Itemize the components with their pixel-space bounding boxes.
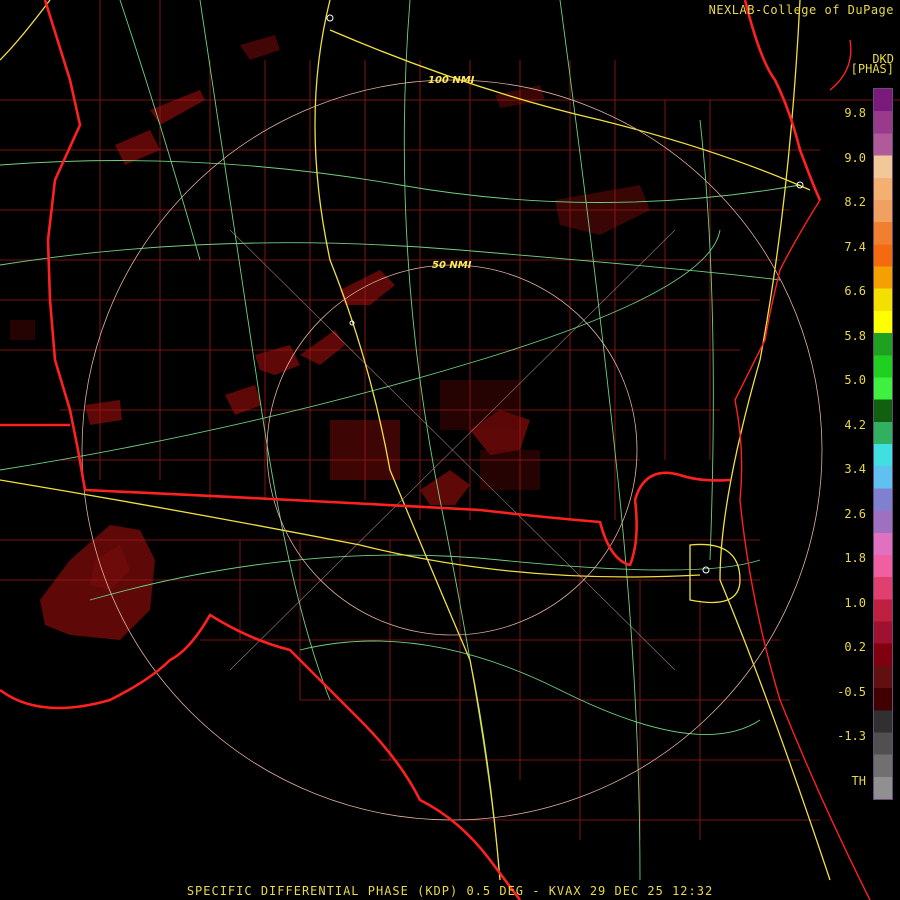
radar-map[interactable]: 100 NMI 50 NMI bbox=[0, 0, 900, 900]
color-scale-tick: 9.0 bbox=[844, 150, 866, 165]
color-scale-tick: 3.4 bbox=[844, 462, 866, 476]
ring-label-50: 50 NMI bbox=[432, 260, 472, 271]
color-scale-tick: -1.3 bbox=[837, 729, 866, 743]
color-scale-bar bbox=[873, 88, 893, 800]
color-scale-tick: 5.8 bbox=[844, 328, 866, 343]
color-scale-tick: 0.2 bbox=[844, 640, 866, 654]
color-scale-tick: 5.0 bbox=[844, 373, 866, 387]
color-scale-tick: 1.0 bbox=[844, 595, 866, 610]
color-scale-tick: 1.8 bbox=[844, 551, 866, 565]
color-scale-tick: TH bbox=[851, 773, 866, 788]
color-scale-tick: -0.5 bbox=[837, 684, 866, 699]
color-scale-tick: 9.8 bbox=[844, 106, 866, 120]
color-scale-tick: 2.6 bbox=[844, 506, 866, 521]
credit-text: NEXLAB-College of DuPage bbox=[708, 3, 894, 17]
product-caption: SPECIFIC DIFFERENTIAL PHASE (KDP) 0.5 DE… bbox=[186, 884, 714, 898]
ring-label-100: 100 NMI bbox=[428, 75, 475, 86]
legend-unit-label: [PHAS] bbox=[850, 62, 894, 76]
color-scale-tick: 4.2 bbox=[844, 417, 866, 432]
color-scale-tick: 8.2 bbox=[844, 195, 866, 209]
color-scale-tick: 6.6 bbox=[844, 284, 866, 298]
color-scale-tick: 7.4 bbox=[844, 239, 866, 254]
